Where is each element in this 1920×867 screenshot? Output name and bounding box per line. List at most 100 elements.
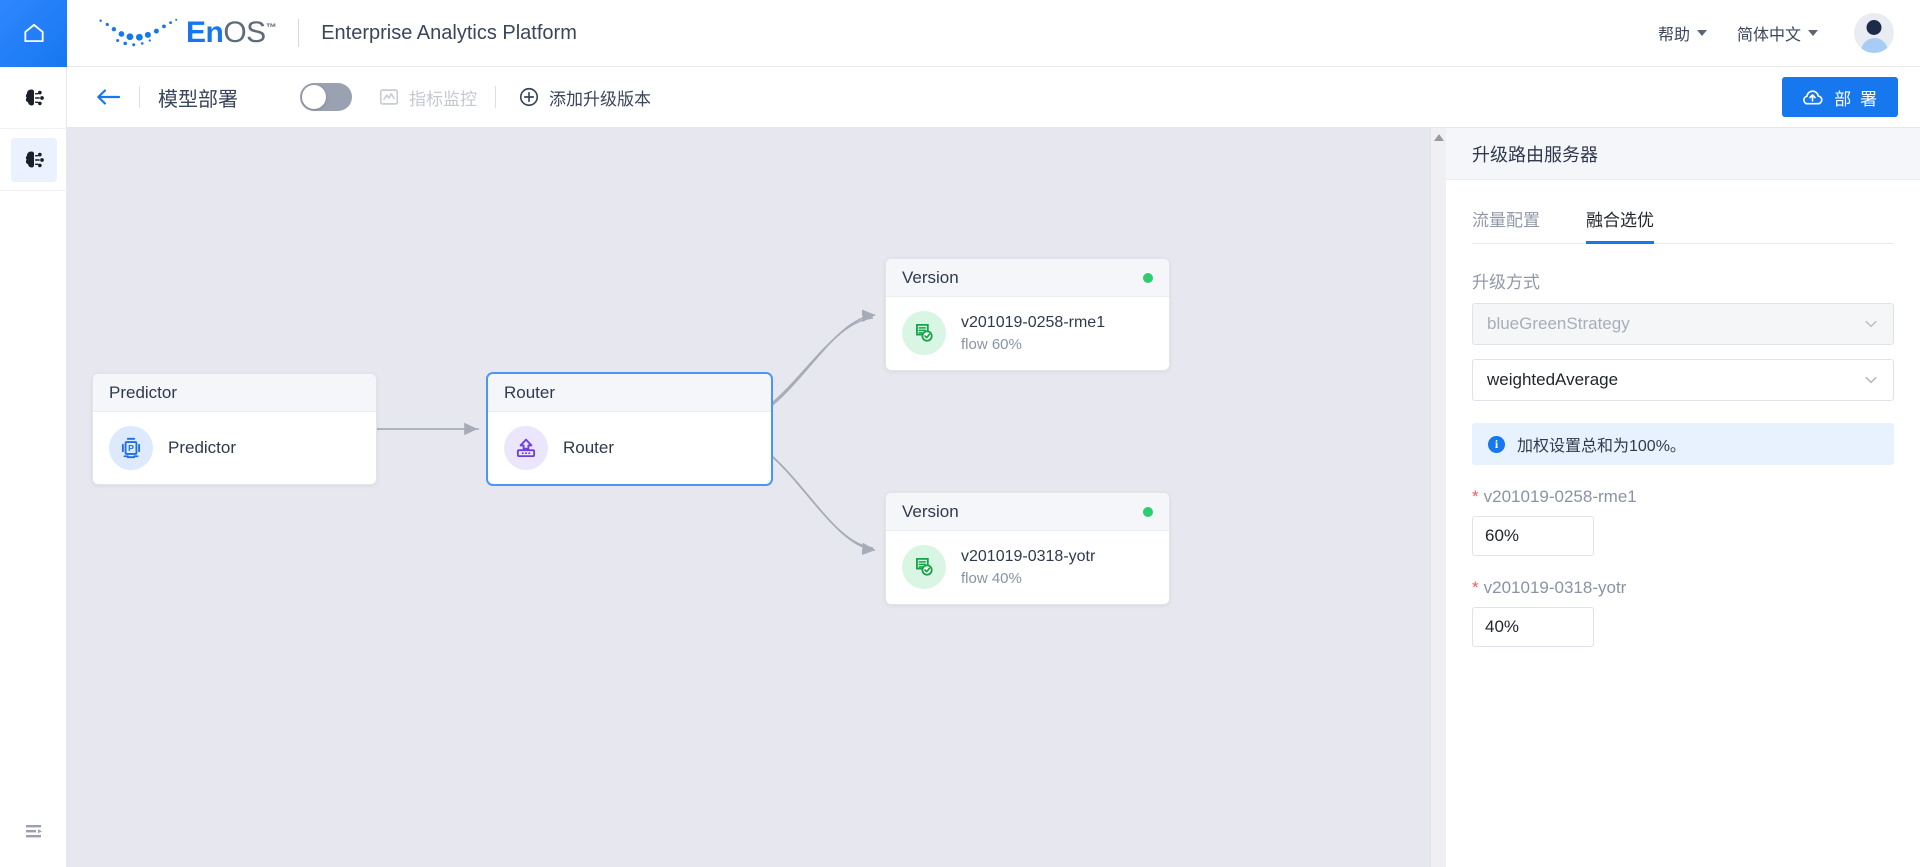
node-predictor-body: P Predictor: [93, 412, 376, 484]
back-button[interactable]: [95, 86, 121, 108]
node-router-body: Router: [488, 412, 771, 484]
metrics-monitor-label: 指标监控: [409, 89, 477, 109]
node-version-bottom-body: v201019-0318-yotr flow 40%: [886, 531, 1169, 604]
page-toolbar: 模型部署 指标监控 添加升级版本 部 署: [67, 67, 1920, 128]
weight-label-0-text: v201019-0258-rme1: [1483, 487, 1637, 506]
collapse-menu-icon: [25, 825, 42, 838]
chevron-down-icon: [1808, 30, 1818, 36]
language-menu[interactable]: 简体中文: [1737, 21, 1818, 45]
node-predictor-label: Predictor: [168, 438, 237, 457]
node-version-bottom-header-label: Version: [902, 501, 959, 521]
weight-label-1-text: v201019-0318-yotr: [1483, 578, 1627, 597]
page-title: 模型部署: [158, 88, 238, 111]
monitor-toggle[interactable]: [300, 83, 352, 111]
predictor-icon: P: [109, 426, 153, 470]
toolbar-divider: [139, 86, 140, 108]
cloud-upload-icon: [1803, 89, 1823, 105]
left-rail: [0, 67, 67, 867]
collapse-menu-button[interactable]: [0, 809, 67, 853]
weight-label-1: * v201019-0318-yotr: [1472, 578, 1894, 598]
metrics-monitor-button[interactable]: 指标监控: [378, 85, 477, 110]
chevron-down-icon: [1865, 320, 1877, 328]
tab-traffic-config[interactable]: 流量配置: [1472, 192, 1540, 243]
enos-logo[interactable]: EnOS™: [95, 16, 277, 50]
tab-fusion-optimization[interactable]: 融合选优: [1586, 192, 1654, 244]
sidebar-item-deployment-inner: [10, 137, 57, 182]
svg-text:P: P: [128, 443, 134, 453]
node-version-top[interactable]: Version v201019-0258-rme1 flow 60%: [885, 258, 1170, 371]
app-title: Enterprise Analytics Platform: [321, 21, 577, 44]
node-version-bottom-title: v201019-0318-yotr: [961, 548, 1096, 565]
brand-os: OS: [223, 16, 266, 49]
panel-tabs: 流量配置 融合选优: [1472, 192, 1894, 244]
strategy-select-value: blueGreenStrategy: [1487, 314, 1630, 333]
model-icon: [25, 89, 44, 105]
sidebar-item-deployment[interactable]: [0, 129, 67, 191]
add-upgrade-version-label: 添加升级版本: [549, 89, 651, 109]
toggle-knob: [302, 85, 326, 109]
chevron-down-icon: [1696, 30, 1707, 36]
brand-divider: [298, 19, 300, 47]
header-right-area: 帮助 简体中文: [1658, 13, 1920, 53]
brand-tm: ™: [265, 22, 277, 34]
node-version-top-header: Version: [886, 259, 1169, 297]
weight-info-banner: i 加权设置总和为100%。: [1472, 423, 1894, 465]
flow-canvas[interactable]: Predictor P Predictor Router Router Vers…: [67, 128, 1430, 867]
sidebar-item-model[interactable]: [0, 67, 67, 129]
deploy-button-label: 部 署: [1834, 89, 1879, 109]
language-label: 简体中文: [1736, 27, 1801, 44]
weight-field-0: * v201019-0258-rme1: [1472, 487, 1894, 556]
brand-area: EnOS™ Enterprise Analytics Platform: [67, 16, 577, 50]
upgrade-method-label: 升级方式: [1472, 273, 1540, 292]
router-icon: [504, 426, 548, 470]
node-version-bottom[interactable]: Version v201019-0318-yotr flow 40%: [885, 492, 1170, 605]
flow-edges: [330, 309, 876, 556]
node-predictor[interactable]: Predictor P Predictor: [92, 373, 377, 485]
info-icon: i: [1488, 435, 1505, 453]
enos-wordmark: EnOS™: [186, 16, 277, 50]
fusion-method-select[interactable]: weightedAverage: [1472, 359, 1894, 401]
version-check-icon: [902, 311, 946, 356]
top-header: EnOS™ Enterprise Analytics Platform 帮助 简…: [0, 0, 1920, 67]
deployment-icon: [25, 151, 44, 167]
arrow-left-icon: [97, 89, 121, 105]
brand-en: En: [186, 16, 224, 49]
home-button[interactable]: [0, 0, 67, 67]
help-label: 帮助: [1657, 27, 1690, 44]
node-version-top-body: v201019-0258-rme1 flow 60%: [886, 297, 1169, 370]
chart-monitor-icon: [379, 89, 399, 105]
node-predictor-header: Predictor: [93, 374, 376, 412]
sidebar-item-model-inner: [11, 76, 57, 120]
node-version-bottom-header: Version: [886, 493, 1169, 531]
scroll-up-arrow-icon[interactable]: [1434, 134, 1444, 141]
canvas-scrollbar[interactable]: [1430, 128, 1446, 867]
strategy-select[interactable]: blueGreenStrategy: [1472, 303, 1894, 345]
node-version-bottom-flow: flow 40%: [961, 570, 1022, 588]
required-asterisk: *: [1472, 578, 1479, 597]
avatar-body-shape: [1860, 38, 1888, 53]
node-version-top-text: v201019-0258-rme1 flow 60%: [961, 311, 1105, 356]
weight-input-0[interactable]: [1472, 516, 1594, 556]
node-version-bottom-text: v201019-0318-yotr flow 40%: [961, 545, 1095, 590]
weight-field-1: * v201019-0318-yotr: [1472, 578, 1894, 647]
panel-title: 升级路由服务器: [1446, 128, 1920, 180]
node-router-header: Router: [488, 374, 771, 412]
plus-circle-icon: [519, 87, 539, 107]
home-icon: [23, 23, 44, 43]
toolbar-divider-2: [495, 86, 496, 108]
panel-body: 流量配置 融合选优 升级方式 blueGreenStrategy weighte…: [1446, 192, 1920, 647]
avatar-head-shape: [1866, 20, 1882, 35]
weight-label-0: * v201019-0258-rme1: [1472, 487, 1894, 507]
help-menu[interactable]: 帮助: [1658, 21, 1707, 45]
deploy-button[interactable]: 部 署: [1782, 77, 1898, 117]
node-version-top-flow: flow 60%: [961, 336, 1022, 354]
fusion-method-select-value: weightedAverage: [1487, 370, 1619, 389]
status-badge: [1143, 272, 1153, 283]
weight-input-1[interactable]: [1472, 607, 1594, 647]
avatar[interactable]: [1854, 13, 1894, 53]
node-version-top-header-label: Version: [902, 267, 959, 287]
node-router[interactable]: Router Router: [487, 373, 772, 485]
chevron-down-icon: [1865, 376, 1877, 384]
add-upgrade-version-button[interactable]: 添加升级版本: [518, 85, 651, 110]
enos-dots-icon: [99, 18, 178, 47]
